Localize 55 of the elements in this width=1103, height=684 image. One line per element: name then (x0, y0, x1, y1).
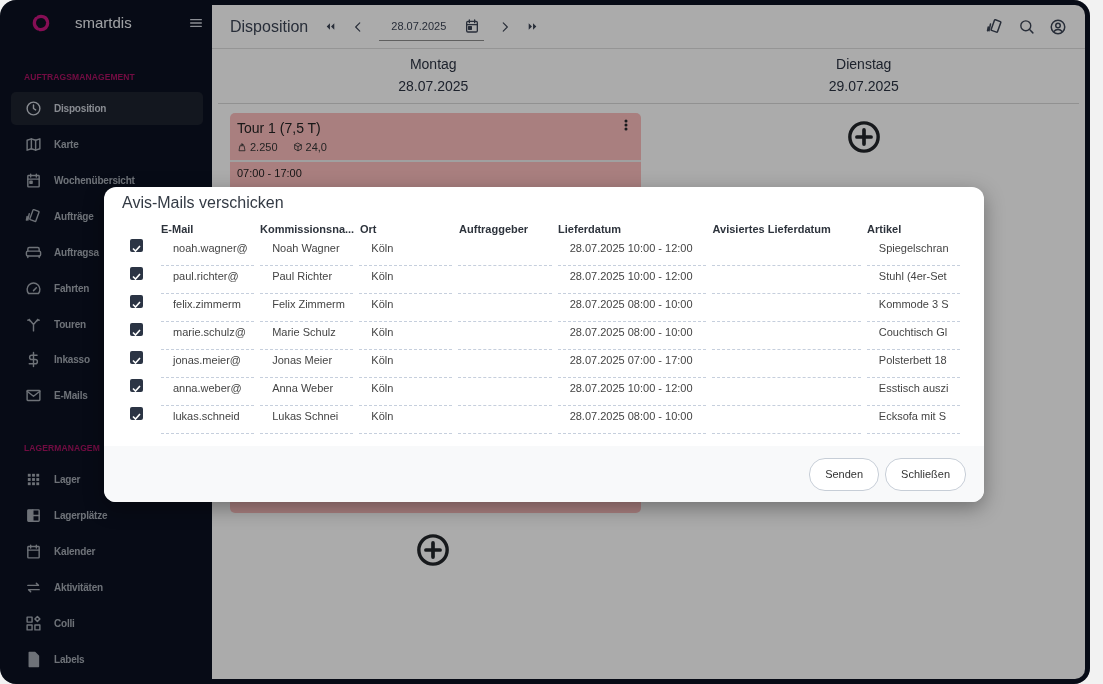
weight-value: 2.250 (250, 140, 278, 155)
table-cell: 28.07.2025 10:00 - 12:00 (557, 238, 707, 266)
table-cell: Kommode 3 S (866, 294, 960, 322)
column-header: Ort (360, 222, 378, 237)
table-cell: Köln (359, 378, 453, 406)
table-cell: marie.schulz@ (161, 322, 255, 350)
section-title: AUFTRAGSMANAGEMENT (23, 70, 136, 84)
table-cell: Couchtisch Gl (866, 322, 960, 350)
table-cell: 28.07.2025 07:00 - 17:00 (557, 350, 707, 378)
page-title: Disposition (230, 16, 309, 37)
table-cell: Ecksofa mit S (866, 406, 960, 434)
table-cell: 28.07.2025 10:00 - 12:00 (557, 266, 707, 294)
column-header: Kommissionsna... (260, 222, 355, 237)
brand-name: smartdis (75, 12, 133, 33)
column-header: Artikel (867, 222, 903, 237)
table-cell: Köln (359, 322, 453, 350)
table-cell: Anna Weber (260, 378, 354, 406)
table-cell: Paul Richter (260, 266, 354, 294)
column-header: Avisiertes Lieferdatum (712, 222, 832, 237)
table-cell: 28.07.2025 10:00 - 12:00 (557, 378, 707, 406)
table-cell: lukas.schneid (161, 406, 255, 434)
tour-time: 07:00 - 17:00 (236, 165, 303, 181)
tour-title: Tour 1 (7,5 T) (237, 119, 322, 138)
table-cell: Noah Wagner (260, 238, 354, 266)
column-header: Auftraggeber (459, 222, 530, 237)
table-cell: Spiegelschran (866, 238, 960, 266)
column-header: Lieferdatum (558, 222, 623, 237)
table-cell: 28.07.2025 08:00 - 10:00 (557, 294, 707, 322)
weekday-label: Dienstag (835, 55, 893, 74)
table-cell: noah.wagner@ (161, 238, 255, 266)
column-header: E-Mail (161, 222, 195, 237)
table-cell: Köln (359, 406, 453, 434)
table-cell: Jonas Meier (260, 350, 354, 378)
table-cell: Felix Zimmerm (260, 294, 354, 322)
table-cell: felix.zimmerm (161, 294, 255, 322)
table-cell: Lukas Schnei (260, 406, 354, 434)
table-cell: Esstisch auszi (866, 378, 960, 406)
weekday-label: Montag (408, 55, 458, 74)
table-cell: Köln (359, 238, 453, 266)
dialog-title: Avis-Mails verschicken (121, 193, 285, 213)
table-cell: 28.07.2025 08:00 - 10:00 (557, 322, 707, 350)
date-label: 29.07.2025 (827, 77, 900, 96)
date-label: 28.07.2025 (397, 77, 470, 96)
table-cell: 28.07.2025 08:00 - 10:00 (557, 406, 707, 434)
table-cell: Marie Schulz (260, 322, 354, 350)
table-cell: Köln (359, 294, 453, 322)
table-cell: Köln (359, 350, 453, 378)
section-title: LAGERMANAGEM (23, 442, 101, 456)
volume-value: 24,0 (305, 140, 327, 155)
table-cell: paul.richter@ (161, 266, 255, 294)
table-cell: Köln (359, 266, 453, 294)
table-cell: Stuhl (4er-Set (866, 266, 960, 294)
table-cell: Polsterbett 18 (866, 350, 960, 378)
table-cell: anna.weber@ (161, 378, 255, 406)
table-cell: jonas.meier@ (161, 350, 255, 378)
